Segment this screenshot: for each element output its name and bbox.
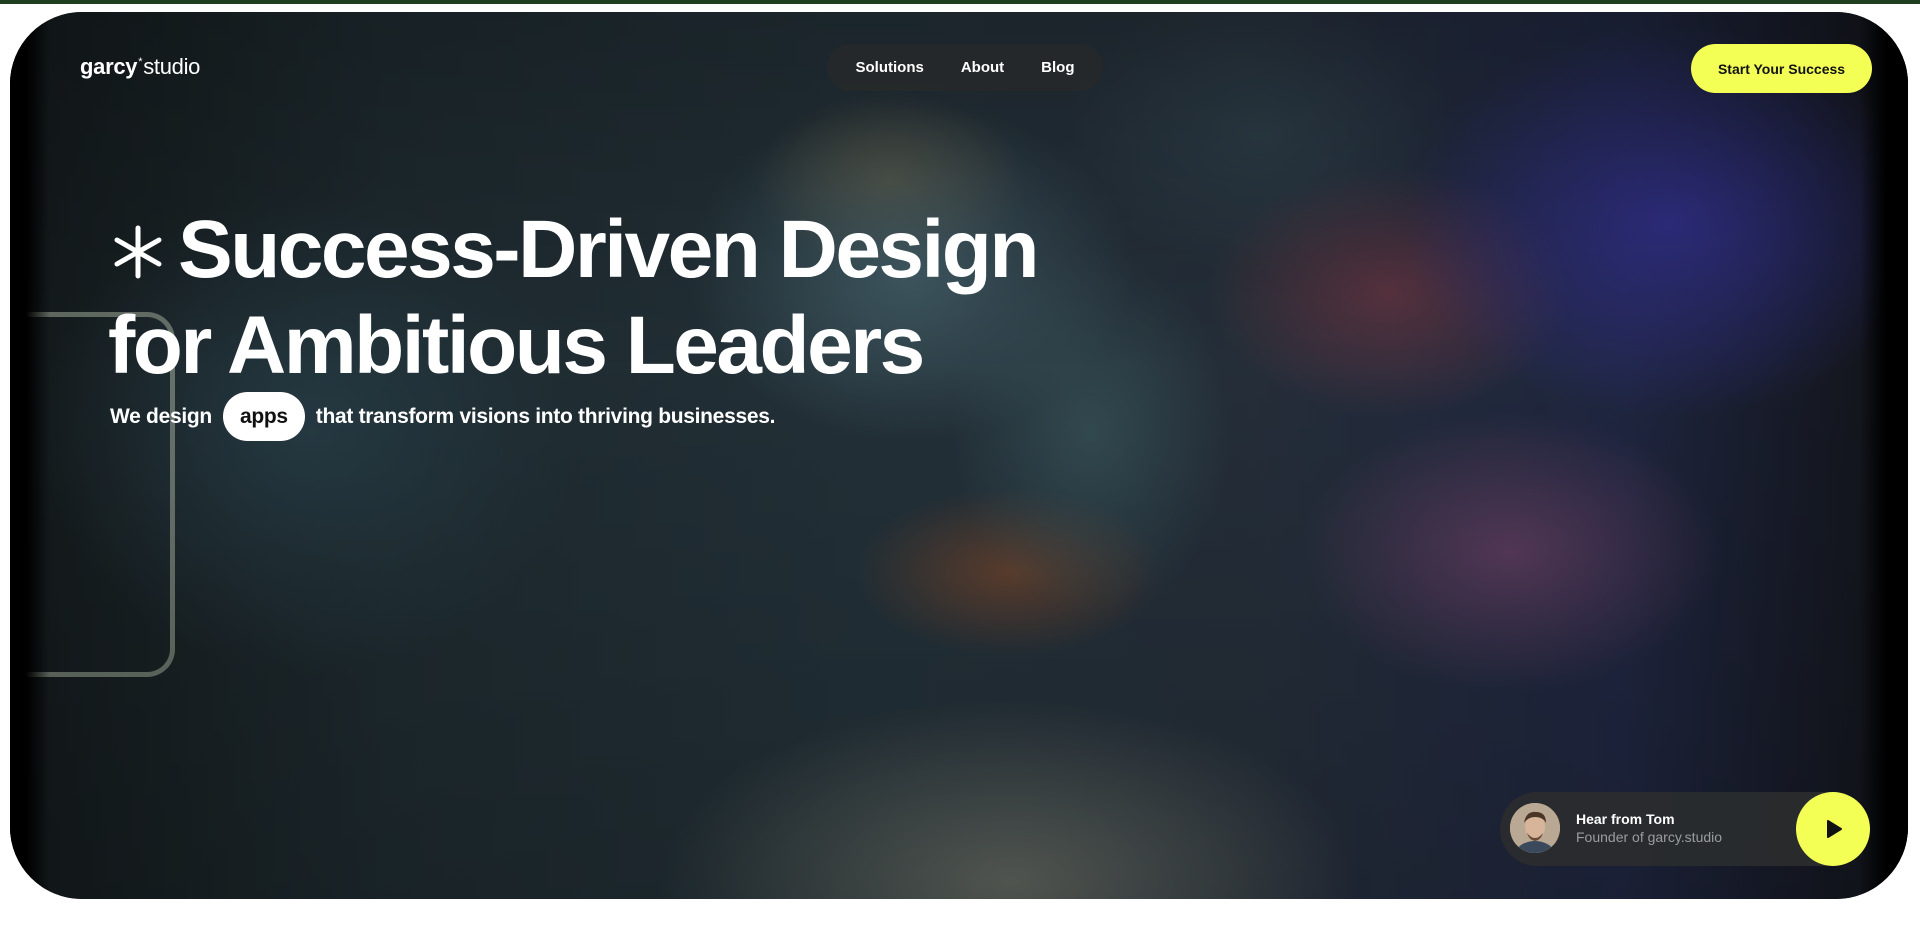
nav-item-blog[interactable]: Blog: [1041, 59, 1074, 76]
nav-item-about[interactable]: About: [961, 59, 1004, 76]
top-border: [0, 0, 1920, 4]
testimonial-subtitle: Founder of garcy.studio: [1576, 829, 1723, 845]
hero-subheadline: We design apps that transform visions in…: [110, 392, 775, 441]
brand-name-light: studio: [143, 54, 201, 79]
headline-line-1-text: Success-Driven Design: [178, 204, 1040, 295]
hero-section: garcy * studio Solutions About Blog Star…: [10, 12, 1908, 899]
subheadline-prefix: We design: [110, 404, 212, 428]
rotating-word-pill: apps: [222, 392, 305, 441]
testimonial-title: Hear from Tom: [1576, 811, 1675, 827]
hero-edge-right: [1860, 12, 1908, 899]
play-icon: [1827, 820, 1842, 838]
brand-name-bold: garcy: [80, 54, 138, 79]
play-button[interactable]: [1796, 792, 1870, 866]
brand-name-mark: *: [138, 56, 143, 68]
hero-headline: Success-Driven Design for Ambitious Lead…: [108, 202, 1040, 394]
avatar-portrait: [1510, 803, 1560, 853]
start-your-success-button[interactable]: Start Your Success: [1691, 44, 1872, 93]
asterisk-icon: [114, 225, 162, 279]
avatar: [1510, 803, 1560, 853]
headline-line-1: Success-Driven Design: [108, 202, 1040, 298]
main-nav: Solutions About Blog: [827, 44, 1103, 91]
hero-edge-left: [10, 12, 50, 899]
hero-overlay: [10, 12, 1908, 899]
headline-line-2: for Ambitious Leaders: [108, 300, 925, 391]
brand-logo[interactable]: garcy * studio: [80, 54, 200, 80]
subheadline-suffix: that transform visions into thriving bus…: [315, 404, 776, 428]
nav-item-solutions[interactable]: Solutions: [856, 59, 924, 76]
